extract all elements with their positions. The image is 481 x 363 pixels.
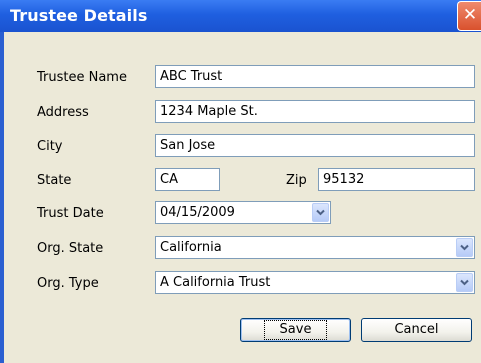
city-field[interactable]: San Jose [155, 134, 475, 157]
title-bar[interactable]: Trustee Details ✕ [0, 0, 481, 32]
dialog-body: Trustee Name ABC Trust Address 1234 Mapl… [4, 32, 481, 363]
chevron-down-icon[interactable] [456, 273, 473, 292]
trustee-name-field[interactable]: ABC Trust [155, 65, 475, 88]
org-state-label: Org. State [37, 241, 104, 256]
dialog-window: Trustee Details ✕ Trustee Name ABC Trust… [0, 0, 481, 363]
org-type-label: Org. Type [37, 276, 99, 291]
close-icon: ✕ [462, 5, 478, 25]
org-type-value: A California Trust [160, 275, 271, 290]
org-type-select[interactable]: A California Trust [155, 271, 475, 294]
address-field[interactable]: 1234 Maple St. [155, 100, 475, 123]
address-label: Address [37, 105, 89, 120]
chevron-down-icon[interactable] [312, 203, 329, 222]
save-button-label: Save [263, 320, 328, 340]
trust-date-picker[interactable]: 04/15/2009 [155, 201, 331, 224]
save-button[interactable]: Save [240, 318, 351, 342]
close-button[interactable]: ✕ [457, 1, 481, 31]
trustee-name-label: Trustee Name [37, 70, 127, 85]
chevron-down-icon[interactable] [456, 238, 473, 257]
city-label: City [37, 139, 63, 154]
state-label: State [37, 173, 72, 188]
cancel-button[interactable]: Cancel [361, 318, 472, 342]
dialog-title: Trustee Details [10, 6, 148, 25]
org-state-value: California [160, 240, 222, 255]
trust-date-value: 04/15/2009 [160, 205, 235, 220]
state-field[interactable]: CA [155, 168, 220, 191]
trust-date-label: Trust Date [37, 206, 104, 221]
zip-field[interactable]: 95132 [318, 168, 475, 191]
org-state-select[interactable]: California [155, 236, 475, 259]
zip-label: Zip [286, 173, 307, 188]
